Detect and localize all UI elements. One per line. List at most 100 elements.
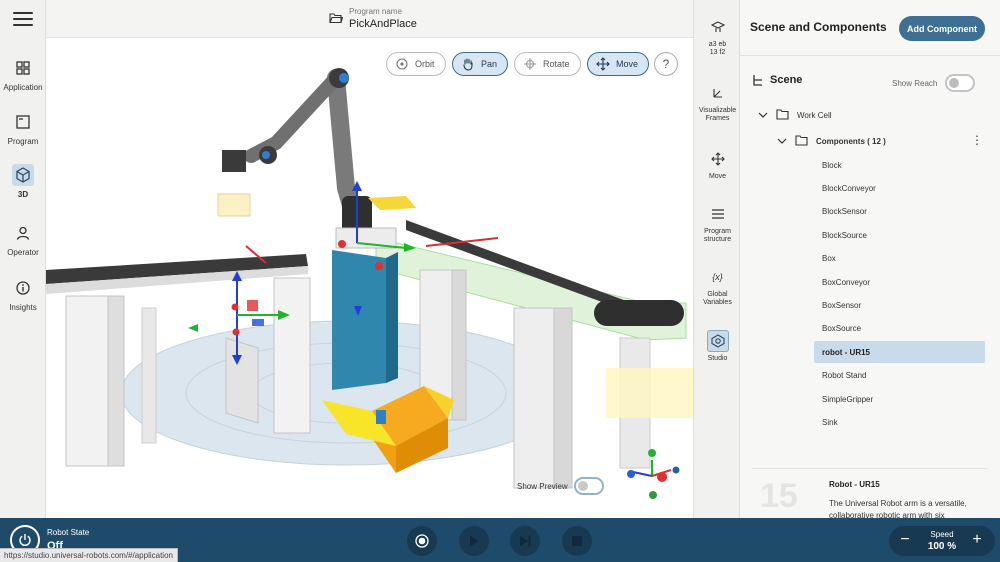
component-item[interactable]: BoxSensor: [814, 294, 985, 316]
stop-button[interactable]: [562, 526, 592, 556]
left-nav: Application Program 3D Operator Insights: [0, 0, 46, 518]
menu-icon[interactable]: [13, 12, 33, 28]
rotate-button[interactable]: Rotate: [514, 52, 581, 76]
rotate-icon: [524, 58, 536, 70]
move-label: Move: [616, 59, 639, 69]
work-cell-label: Work Cell: [797, 111, 832, 120]
record-icon: [415, 534, 429, 548]
scene-render[interactable]: [46, 38, 693, 518]
nav-label: Insights: [9, 303, 37, 312]
studio-label: Studio: [707, 355, 728, 362]
list-icon: [707, 203, 729, 225]
move-tool-icon: [707, 148, 729, 170]
program-structure[interactable]: Program structure: [694, 203, 741, 245]
component-item[interactable]: BoxSource: [814, 318, 985, 340]
nav-item-insights[interactable]: Insights: [0, 277, 46, 312]
nav-label: 3D: [17, 190, 29, 199]
status-url: https://studio.universal-robots.com/#/ap…: [0, 548, 178, 562]
show-reach-toggle[interactable]: [945, 74, 975, 92]
tool-column: a3 eb 13 f2 Visualizable Frames Move Pro…: [693, 0, 740, 518]
scene-panel: Scene and Components Add Component Scene…: [740, 0, 1000, 518]
help-button[interactable]: ?: [654, 52, 678, 76]
variable-icon: {x}: [712, 271, 723, 282]
grid-icon: [12, 57, 34, 79]
program-icon: [12, 111, 34, 133]
work-cell-row[interactable]: Work Cell: [758, 109, 832, 122]
nav-label: Program: [7, 137, 39, 146]
component-item[interactable]: Sink: [814, 411, 985, 433]
move-tool-label: Move: [708, 173, 727, 180]
component-item[interactable]: BoxConveyor: [814, 271, 985, 293]
program-structure-label: Program structure: [703, 228, 732, 244]
component-item[interactable]: robot - UR15: [814, 341, 985, 364]
speed-increase-button[interactable]: +: [969, 531, 985, 549]
robot-model-number: 15: [760, 477, 798, 515]
nav-label: Operator: [7, 248, 39, 257]
record-button[interactable]: [407, 526, 437, 556]
chevron-down-icon[interactable]: [777, 137, 787, 147]
cube-icon: [12, 164, 34, 186]
more-options-icon[interactable]: ⋮: [971, 134, 983, 146]
frames-icon: [707, 82, 729, 104]
add-component-button[interactable]: Add Component: [899, 16, 985, 41]
folder-icon: [776, 109, 789, 122]
nav-item-application[interactable]: Application: [0, 57, 46, 92]
3d-viewport[interactable]: Orbit Pan Rotate Move ? Show Preview: [46, 38, 693, 518]
step-button[interactable]: [510, 526, 540, 556]
component-item[interactable]: BlockConveyor: [814, 177, 985, 199]
components-label: Components ( 12 ): [816, 137, 886, 146]
component-item[interactable]: Block: [814, 154, 985, 176]
orbit-label: Orbit: [415, 59, 435, 69]
panel-title: Scene and Components: [750, 20, 887, 34]
nav-label: Application: [3, 83, 43, 92]
chevron-down-icon[interactable]: [758, 111, 768, 121]
global-variables[interactable]: {x} Global Variables: [694, 266, 741, 308]
component-item[interactable]: SimpleGripper: [814, 388, 985, 410]
detail-title: Robot - UR15: [829, 480, 880, 489]
move-button[interactable]: Move: [587, 52, 650, 76]
show-preview-label: Show Preview: [517, 481, 568, 491]
pan-button[interactable]: Pan: [452, 52, 509, 76]
component-item[interactable]: BlockSource: [814, 224, 985, 246]
info-icon: [12, 277, 34, 299]
robot-link-icon: [707, 16, 729, 38]
orbit-button[interactable]: Orbit: [386, 52, 446, 76]
hand-icon: [463, 58, 473, 71]
visualizable-frames-label: Visualizable Frames: [698, 107, 737, 123]
nav-item-operator[interactable]: Operator: [0, 222, 46, 257]
connection-id-text: a3 eb 13 f2: [708, 41, 727, 57]
show-reach-label: Show Reach: [892, 79, 938, 88]
folder-icon: [795, 135, 808, 148]
component-item[interactable]: Box: [814, 248, 985, 270]
show-preview: Show Preview: [517, 477, 604, 495]
scene-tree-icon: [753, 75, 762, 86]
component-item[interactable]: Robot Stand: [814, 365, 985, 387]
studio-icon: [706, 330, 729, 352]
studio[interactable]: Studio: [694, 330, 741, 363]
power-icon: [19, 534, 31, 547]
orbit-icon: [396, 58, 408, 70]
detail-description: The Universal Robot arm is a versatile, …: [829, 499, 967, 518]
pan-label: Pan: [481, 59, 498, 69]
program-name: PickAndPlace: [349, 18, 417, 30]
visualizable-frames[interactable]: Visualizable Frames: [694, 82, 741, 124]
show-preview-toggle[interactable]: [573, 477, 604, 495]
speed-control: − Speed 100 % +: [889, 526, 995, 556]
move-arrows-icon: [596, 57, 610, 71]
components-row[interactable]: Components ( 12 ): [777, 135, 886, 148]
component-item[interactable]: BlockSensor: [814, 201, 985, 223]
robot-state-caption: Robot State: [47, 528, 90, 537]
nav-item-3d[interactable]: 3D: [0, 164, 46, 199]
divider: [740, 55, 1000, 56]
component-detail: 15 Robot - UR15 The Universal Robot arm …: [752, 468, 988, 518]
play-icon: [470, 535, 479, 547]
program-name-caption: Program name: [349, 7, 402, 16]
rotate-label: Rotate: [543, 59, 570, 69]
connection-id[interactable]: a3 eb 13 f2: [694, 16, 741, 58]
bottom-bar: Robot State Off https://studio.universal…: [0, 518, 1000, 562]
play-button[interactable]: [459, 526, 489, 556]
nav-item-program[interactable]: Program: [0, 111, 46, 146]
move-tool[interactable]: Move: [694, 148, 741, 181]
scene-header: Scene: [752, 74, 802, 86]
global-variables-label: Global Variables: [703, 291, 732, 307]
